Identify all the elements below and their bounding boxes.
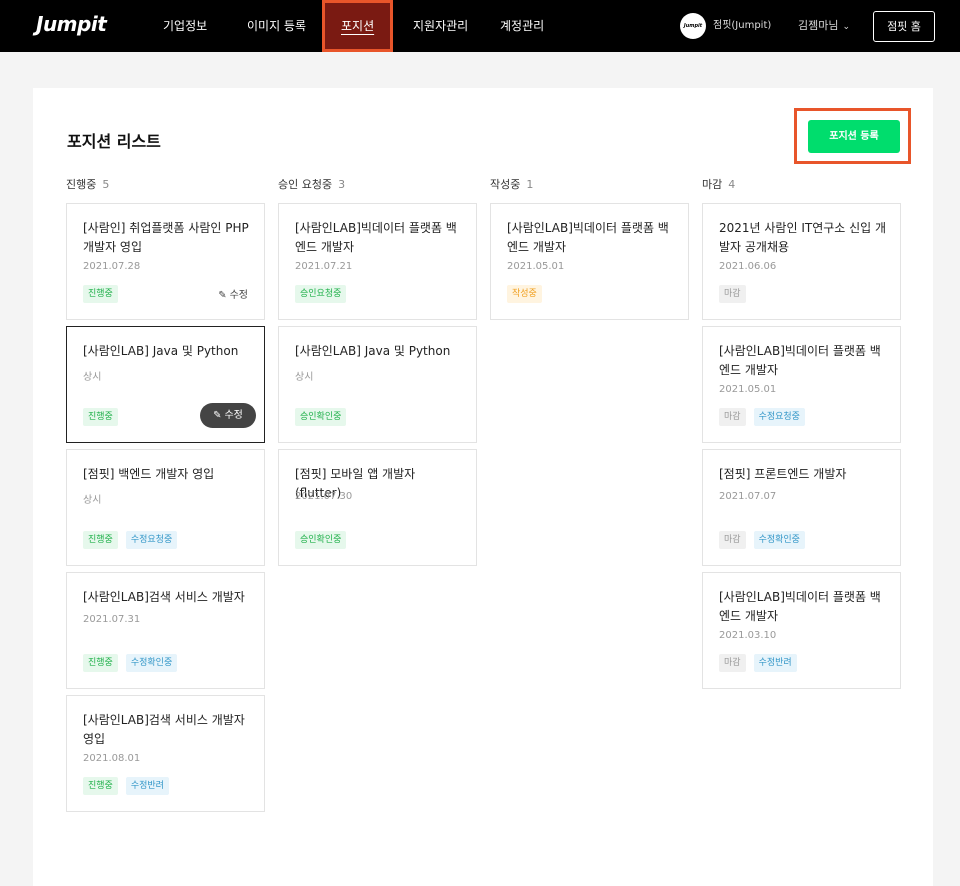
status-badge: 수정반려 — [753, 654, 797, 672]
position-card[interactable]: [사람인LAB]빅데이터 플랫폼 백엔드 개발자 2021.05.01 마감 수… — [702, 326, 901, 443]
position-panel: 포지션 리스트 포지션 등록 진행중 5 승인 요청중 3 작성중 1 마감 4 [사람… — [33, 88, 933, 886]
card-title: [사람인LAB]빅데이터 플랫폼 백엔드 개발자 — [295, 221, 457, 254]
card-title: 2021년 사람인 IT연구소 신입 개발자 공개채용 — [719, 221, 887, 254]
card-title: [점핏] 프론트엔드 개발자 — [719, 467, 847, 481]
card-tags: 마감 수정요청중 — [719, 408, 805, 426]
card-title: [점핏] 백엔드 개발자 영입 — [83, 467, 215, 481]
nav-company-info[interactable]: 기업정보 — [163, 0, 207, 52]
status-badge: 진행중 — [83, 408, 118, 426]
column-header-draft: 작성중 1 — [490, 178, 534, 191]
card-tags: 진행중 — [83, 285, 118, 303]
card-date: 2021.08.01 — [83, 753, 141, 764]
pencil-icon: ✎ — [213, 410, 222, 421]
position-card[interactable]: [사람인LAB] Java 및 Python 상시 진행중 ✎ 수정 — [66, 326, 265, 443]
page-title: 포지션 리스트 — [67, 132, 161, 151]
nav-applicants[interactable]: 지원자관리 — [413, 0, 468, 52]
edit-button[interactable]: ✎ 수정 — [218, 286, 248, 301]
card-date: 상시 — [83, 495, 102, 506]
status-badge: 승인요청중 — [295, 285, 347, 303]
status-badge: 진행중 — [83, 531, 118, 549]
jumpit-logo[interactable]: Jumpit — [36, 12, 107, 36]
status-badge: 마감 — [719, 408, 746, 426]
status-badge: 진행중 — [83, 654, 118, 672]
status-badge: 승인확인중 — [295, 408, 347, 426]
card-tags: 진행중 수정요청중 — [83, 531, 178, 549]
card-tags: 마감 수정확인중 — [719, 531, 805, 549]
card-tags: 마감 — [719, 285, 746, 303]
status-badge: 승인확인중 — [295, 531, 347, 549]
position-card[interactable]: [사람인LAB]빅데이터 플랫폼 백엔드 개발자 2021.03.10 마감 수… — [702, 572, 901, 689]
status-badge: 진행중 — [83, 777, 118, 795]
pencil-icon: ✎ — [218, 290, 227, 301]
status-badge: 수정요청중 — [125, 531, 178, 549]
status-badge: 마감 — [719, 654, 746, 672]
card-title: [사람인] 취업플랫폼 사람인 PHP 개발자 영입 — [83, 221, 249, 254]
column-header-approval: 승인 요청중 3 — [278, 178, 346, 191]
status-badge: 마감 — [719, 285, 746, 303]
chevron-down-icon: ⌄ — [842, 22, 851, 32]
card-tags: 승인확인중 — [295, 531, 347, 549]
card-title: [사람인LAB]빅데이터 플랫폼 백엔드 개발자 — [507, 221, 669, 254]
card-date: 2021.05.01 — [507, 261, 565, 272]
status-badge: 진행중 — [83, 285, 118, 303]
card-tags: 진행중 수정확인중 — [83, 654, 178, 672]
position-card[interactable]: [사람인] 취업플랫폼 사람인 PHP 개발자 영입 2021.07.28 진행… — [66, 203, 265, 320]
position-card[interactable]: [사람인LAB]빅데이터 플랫폼 백엔드 개발자 2021.07.21 승인요청… — [278, 203, 477, 320]
status-badge: 마감 — [719, 531, 746, 549]
nav-image-upload[interactable]: 이미지 등록 — [247, 0, 306, 52]
card-title: [사람인LAB]빅데이터 플랫폼 백엔드 개발자 — [719, 344, 881, 377]
card-date: 2021.06.06 — [719, 261, 777, 272]
company-name: 점핏(Jumpit) — [713, 20, 772, 31]
card-tags: 진행중 수정반려 — [83, 777, 169, 795]
top-nav: Jumpit 기업정보 이미지 등록 포지션 지원자관리 계정관리 Jumpit… — [0, 0, 960, 52]
position-card[interactable]: [점핏] 백엔드 개발자 영입 상시 진행중 수정요청중 — [66, 449, 265, 566]
card-date: 2021.07.21 — [295, 261, 353, 272]
card-title: [사람인LAB] Java 및 Python — [83, 344, 239, 358]
card-date: 2021.07.28 — [83, 261, 141, 272]
card-tags: 승인확인중 — [295, 408, 347, 426]
card-tags: 마감 수정반려 — [719, 654, 797, 672]
card-date: 2021.07.31 — [83, 614, 141, 625]
status-badge: 수정확인중 — [753, 531, 805, 549]
card-tags: 진행중 — [83, 408, 118, 426]
card-title: [사람인LAB]검색 서비스 개발자 — [83, 590, 245, 604]
position-card[interactable]: [사람인LAB] Java 및 Python 상시 승인확인중 — [278, 326, 477, 443]
position-card[interactable]: [점핏] 프론트엔드 개발자 2021.07.07 마감 수정확인중 — [702, 449, 901, 566]
user-name: 김젬마님 — [798, 19, 839, 32]
status-badge: 수정반려 — [125, 777, 169, 795]
status-badge: 수정확인중 — [125, 654, 178, 672]
card-date: 2021.03.10 — [719, 630, 777, 641]
position-card[interactable]: [사람인LAB]검색 서비스 개발자 2021.07.31 진행중 수정확인중 — [66, 572, 265, 689]
status-badge: 작성중 — [507, 285, 542, 303]
card-title: [사람인LAB] Java 및 Python — [295, 344, 451, 358]
column-header-closed: 마감 4 — [702, 178, 736, 191]
column-header-in-progress: 진행중 5 — [66, 178, 110, 191]
edit-button[interactable]: ✎ 수정 — [200, 403, 256, 428]
nav-account[interactable]: 계정관리 — [500, 0, 544, 52]
card-date: 상시 — [83, 372, 102, 383]
card-title: [사람인LAB]빅데이터 플랫폼 백엔드 개발자 — [719, 590, 881, 623]
status-badge: 수정요청중 — [753, 408, 805, 426]
position-card[interactable]: [사람인LAB]검색 서비스 개발자 영입 2021.08.01 진행중 수정반… — [66, 695, 265, 812]
position-card[interactable]: [사람인LAB]빅데이터 플랫폼 백엔드 개발자 2021.05.01 작성중 — [490, 203, 689, 320]
nav-positions[interactable]: 포지션 — [341, 0, 374, 52]
register-position-button[interactable]: 포지션 등록 — [808, 120, 900, 153]
user-menu[interactable]: 김젬마님 ⌄ — [798, 0, 850, 52]
card-date: 상시 — [295, 372, 314, 383]
card-date: 2021.05.01 — [719, 384, 777, 395]
card-date: 2021.07.30 — [295, 491, 353, 502]
company-avatar: Jumpit — [680, 13, 706, 39]
position-card[interactable]: [점핏] 모바일 앱 개발자 (flutter) 2021.07.30 승인확인… — [278, 449, 477, 566]
card-tags: 승인요청중 — [295, 285, 347, 303]
card-tags: 작성중 — [507, 285, 542, 303]
card-date: 2021.07.07 — [719, 491, 777, 502]
home-button[interactable]: 점핏 홈 — [873, 11, 935, 42]
card-title: [사람인LAB]검색 서비스 개발자 영입 — [83, 713, 245, 746]
position-card[interactable]: 2021년 사람인 IT연구소 신입 개발자 공개채용 2021.06.06 마… — [702, 203, 901, 320]
